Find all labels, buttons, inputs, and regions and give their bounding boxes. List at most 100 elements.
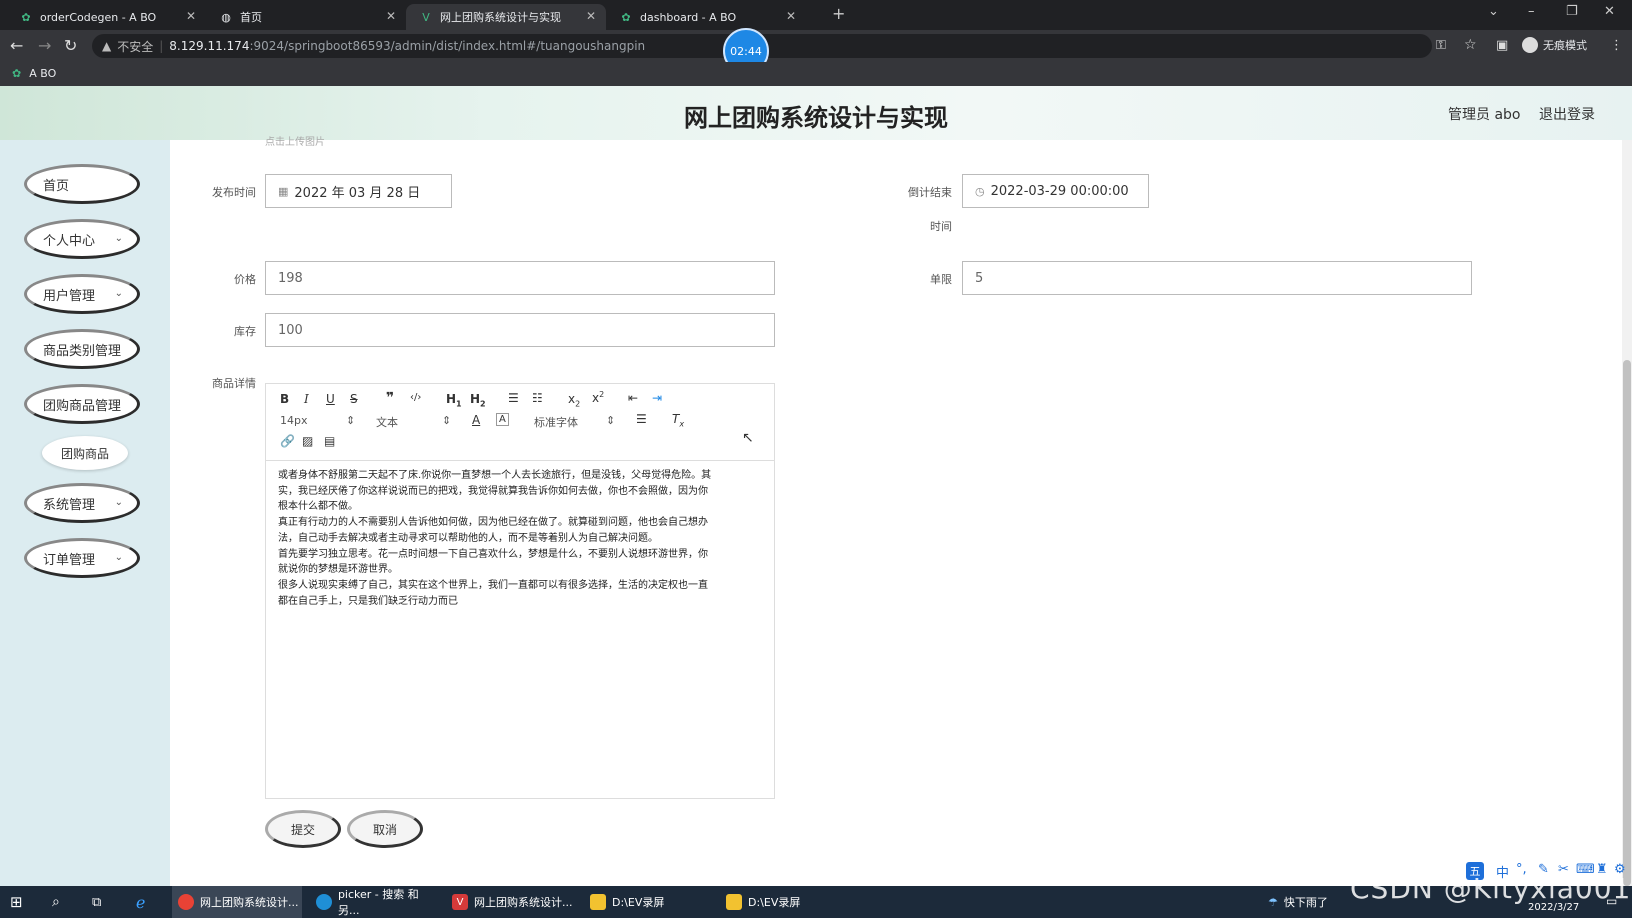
sidebar-item-users[interactable]: 用户管理 ⌄ xyxy=(24,274,140,314)
countdown-label: 倒计结束 xyxy=(908,186,952,199)
folder-icon xyxy=(726,894,742,910)
indent-icon[interactable]: ⇥ xyxy=(652,391,662,405)
upload-hint: 点击上传图片 xyxy=(265,137,325,148)
browser-tab[interactable]: ◍ 首页 ✕ xyxy=(206,4,406,30)
app-icon: V xyxy=(452,894,468,910)
sidebar-subitem-group-product[interactable]: 团购商品 xyxy=(42,436,128,470)
font-family-select[interactable]: 标准字体 xyxy=(534,414,578,430)
reload-icon[interactable]: ↻ xyxy=(64,36,77,55)
subscript-icon[interactable]: x2 xyxy=(568,392,580,408)
folder-icon xyxy=(590,894,606,910)
sidebar-item-categories[interactable]: 商品类别管理 xyxy=(24,329,140,369)
taskbar-item-edge[interactable]: picker - 搜索 和另... xyxy=(310,886,440,918)
bookmarks-bar: ✿ A BO xyxy=(0,62,1632,86)
windows-start-icon[interactable]: ⊞ xyxy=(10,886,23,918)
tab-search-icon[interactable]: ⌄ xyxy=(1488,4,1499,19)
taskbar-item-folder[interactable]: D:\EV录屏 xyxy=(584,886,714,918)
underline-icon[interactable]: U xyxy=(326,392,335,406)
sidebar-item-home[interactable]: 首页 xyxy=(24,164,140,204)
strikethrough-icon[interactable]: S xyxy=(350,392,358,406)
taskbar-item-editor[interactable]: V 网上团购系统设计... xyxy=(446,886,576,918)
key-icon[interactable]: ⚿ xyxy=(1436,38,1446,53)
sidebar-item-orders[interactable]: 订单管理 ⌄ xyxy=(24,538,140,578)
publish-date-field[interactable]: ▦ 2022 年 03 月 28 日 xyxy=(265,174,452,208)
blockquote-icon[interactable]: ❞ xyxy=(386,390,394,406)
leaf-icon: ✿ xyxy=(12,67,22,80)
superscript-icon[interactable]: x2 xyxy=(592,390,604,405)
leaf-icon: ✿ xyxy=(621,10,631,24)
logout-link[interactable]: 退出登录 xyxy=(1539,104,1595,124)
admin-name: 管理员 abo xyxy=(1448,107,1521,123)
editor-content[interactable]: 或者身体不舒服第二天起不了床.你说你一直梦想一个人去长途旅行，但是没钱，父母觉得… xyxy=(278,468,758,609)
close-icon[interactable]: ✕ xyxy=(186,9,196,23)
ordered-list-icon[interactable]: ☰ xyxy=(508,391,519,405)
stock-input[interactable]: 100 xyxy=(265,313,775,347)
video-icon[interactable]: ▤ xyxy=(324,434,335,448)
clock-icon: ◷ xyxy=(975,184,985,198)
search-icon[interactable]: ⌕ xyxy=(52,886,60,918)
leaf-icon: ✿ xyxy=(21,10,31,24)
background-color-icon[interactable]: A xyxy=(496,413,509,426)
clear-format-icon[interactable]: Tx xyxy=(672,412,684,428)
weather-widget[interactable]: ☂ 快下雨了 xyxy=(1268,886,1328,918)
url-host: 8.129.11.174 xyxy=(169,39,250,53)
italic-icon[interactable]: I xyxy=(304,392,309,406)
font-size-select[interactable]: 14px xyxy=(280,414,308,427)
heading-2-icon[interactable]: H2 xyxy=(470,392,486,408)
bullet-list-icon[interactable]: ☷ xyxy=(532,391,543,405)
menu-icon[interactable]: ⋮ xyxy=(1610,38,1623,53)
text-color-icon[interactable]: A xyxy=(472,413,480,427)
globe-icon: ◍ xyxy=(221,10,231,24)
taskbar-item-folder[interactable]: D:\EV录屏 xyxy=(720,886,850,918)
minimize-icon[interactable]: – xyxy=(1528,4,1535,19)
align-icon[interactable]: ☰ xyxy=(636,412,647,426)
close-icon[interactable]: ✕ xyxy=(786,9,796,23)
bookmark-item[interactable]: ✿ A BO xyxy=(12,67,56,80)
outdent-icon[interactable]: ⇤ xyxy=(628,391,638,405)
umbrella-icon: ☂ xyxy=(1268,895,1278,909)
sidebar-item-group-products[interactable]: 团购商品管理 xyxy=(24,384,140,424)
heading-1-icon[interactable]: H1 xyxy=(446,392,462,408)
back-icon[interactable]: ← xyxy=(10,36,23,55)
watermark: CSDN @Kityxia001 xyxy=(1350,872,1632,905)
taskbar-item-chrome[interactable]: 网上团购系统设计... xyxy=(172,886,302,918)
scrollbar-thumb[interactable] xyxy=(1623,360,1631,886)
close-icon[interactable]: ✕ xyxy=(586,9,596,23)
detail-label: 商品详情 xyxy=(212,377,256,390)
sidebar: 首页 个人中心 ⌄ 用户管理 ⌄ 商品类别管理 团购商品管理 团购商品 系统管理… xyxy=(0,140,170,886)
warning-icon: ▲ xyxy=(102,39,112,53)
cancel-button[interactable]: 取消 xyxy=(347,810,423,848)
chrome-icon xyxy=(178,894,194,910)
link-icon[interactable]: 🔗 xyxy=(280,434,295,448)
limit-label: 单限 xyxy=(930,273,952,286)
price-input[interactable]: 198 xyxy=(265,261,775,295)
editor-toolbar: B I U S ❞ ‹/› H1 H2 ☰ ☷ x2 x2 ⇤ ⇥ 14px ⇕… xyxy=(266,384,774,461)
sidepanel-icon[interactable]: ▣ xyxy=(1496,38,1508,53)
close-window-icon[interactable]: ✕ xyxy=(1604,4,1615,19)
publish-time-label: 发布时间 xyxy=(212,186,256,199)
header-select[interactable]: 文本 xyxy=(376,414,398,430)
close-icon[interactable]: ✕ xyxy=(386,9,396,23)
new-tab-icon[interactable]: + xyxy=(832,4,845,23)
incognito-icon xyxy=(1522,37,1538,53)
sidebar-item-system[interactable]: 系统管理 ⌄ xyxy=(24,483,140,523)
incognito-indicator[interactable]: 无痕模式 xyxy=(1522,37,1587,53)
submit-button[interactable]: 提交 xyxy=(265,810,341,848)
price-label: 价格 xyxy=(234,273,256,286)
restore-icon[interactable]: ❐ xyxy=(1566,4,1578,19)
countdown-end-field[interactable]: ◷ 2022-03-29 00:00:00 xyxy=(962,174,1149,208)
limit-input[interactable]: 5 xyxy=(962,261,1472,295)
countdown-label-2: 时间 xyxy=(930,220,952,233)
browser-tab[interactable]: ✿ dashboard - A BO ✕ xyxy=(606,4,806,30)
image-icon[interactable]: ▨ xyxy=(302,434,313,448)
star-icon[interactable]: ☆ xyxy=(1464,37,1477,53)
sidebar-item-profile[interactable]: 个人中心 ⌄ xyxy=(24,219,140,259)
ie-icon[interactable]: ℯ xyxy=(136,886,145,918)
browser-tab[interactable]: ✿ orderCodegen - A BO ✕ xyxy=(6,4,206,30)
browser-tab-active[interactable]: V 网上团购系统设计与实现 ✕ xyxy=(406,4,606,30)
forward-icon[interactable]: → xyxy=(38,36,51,55)
task-view-icon[interactable]: ⧉ xyxy=(92,886,101,918)
code-block-icon[interactable]: ‹/› xyxy=(410,392,421,403)
bold-icon[interactable]: B xyxy=(280,392,289,406)
chevron-updown-icon: ⇕ xyxy=(346,414,356,427)
